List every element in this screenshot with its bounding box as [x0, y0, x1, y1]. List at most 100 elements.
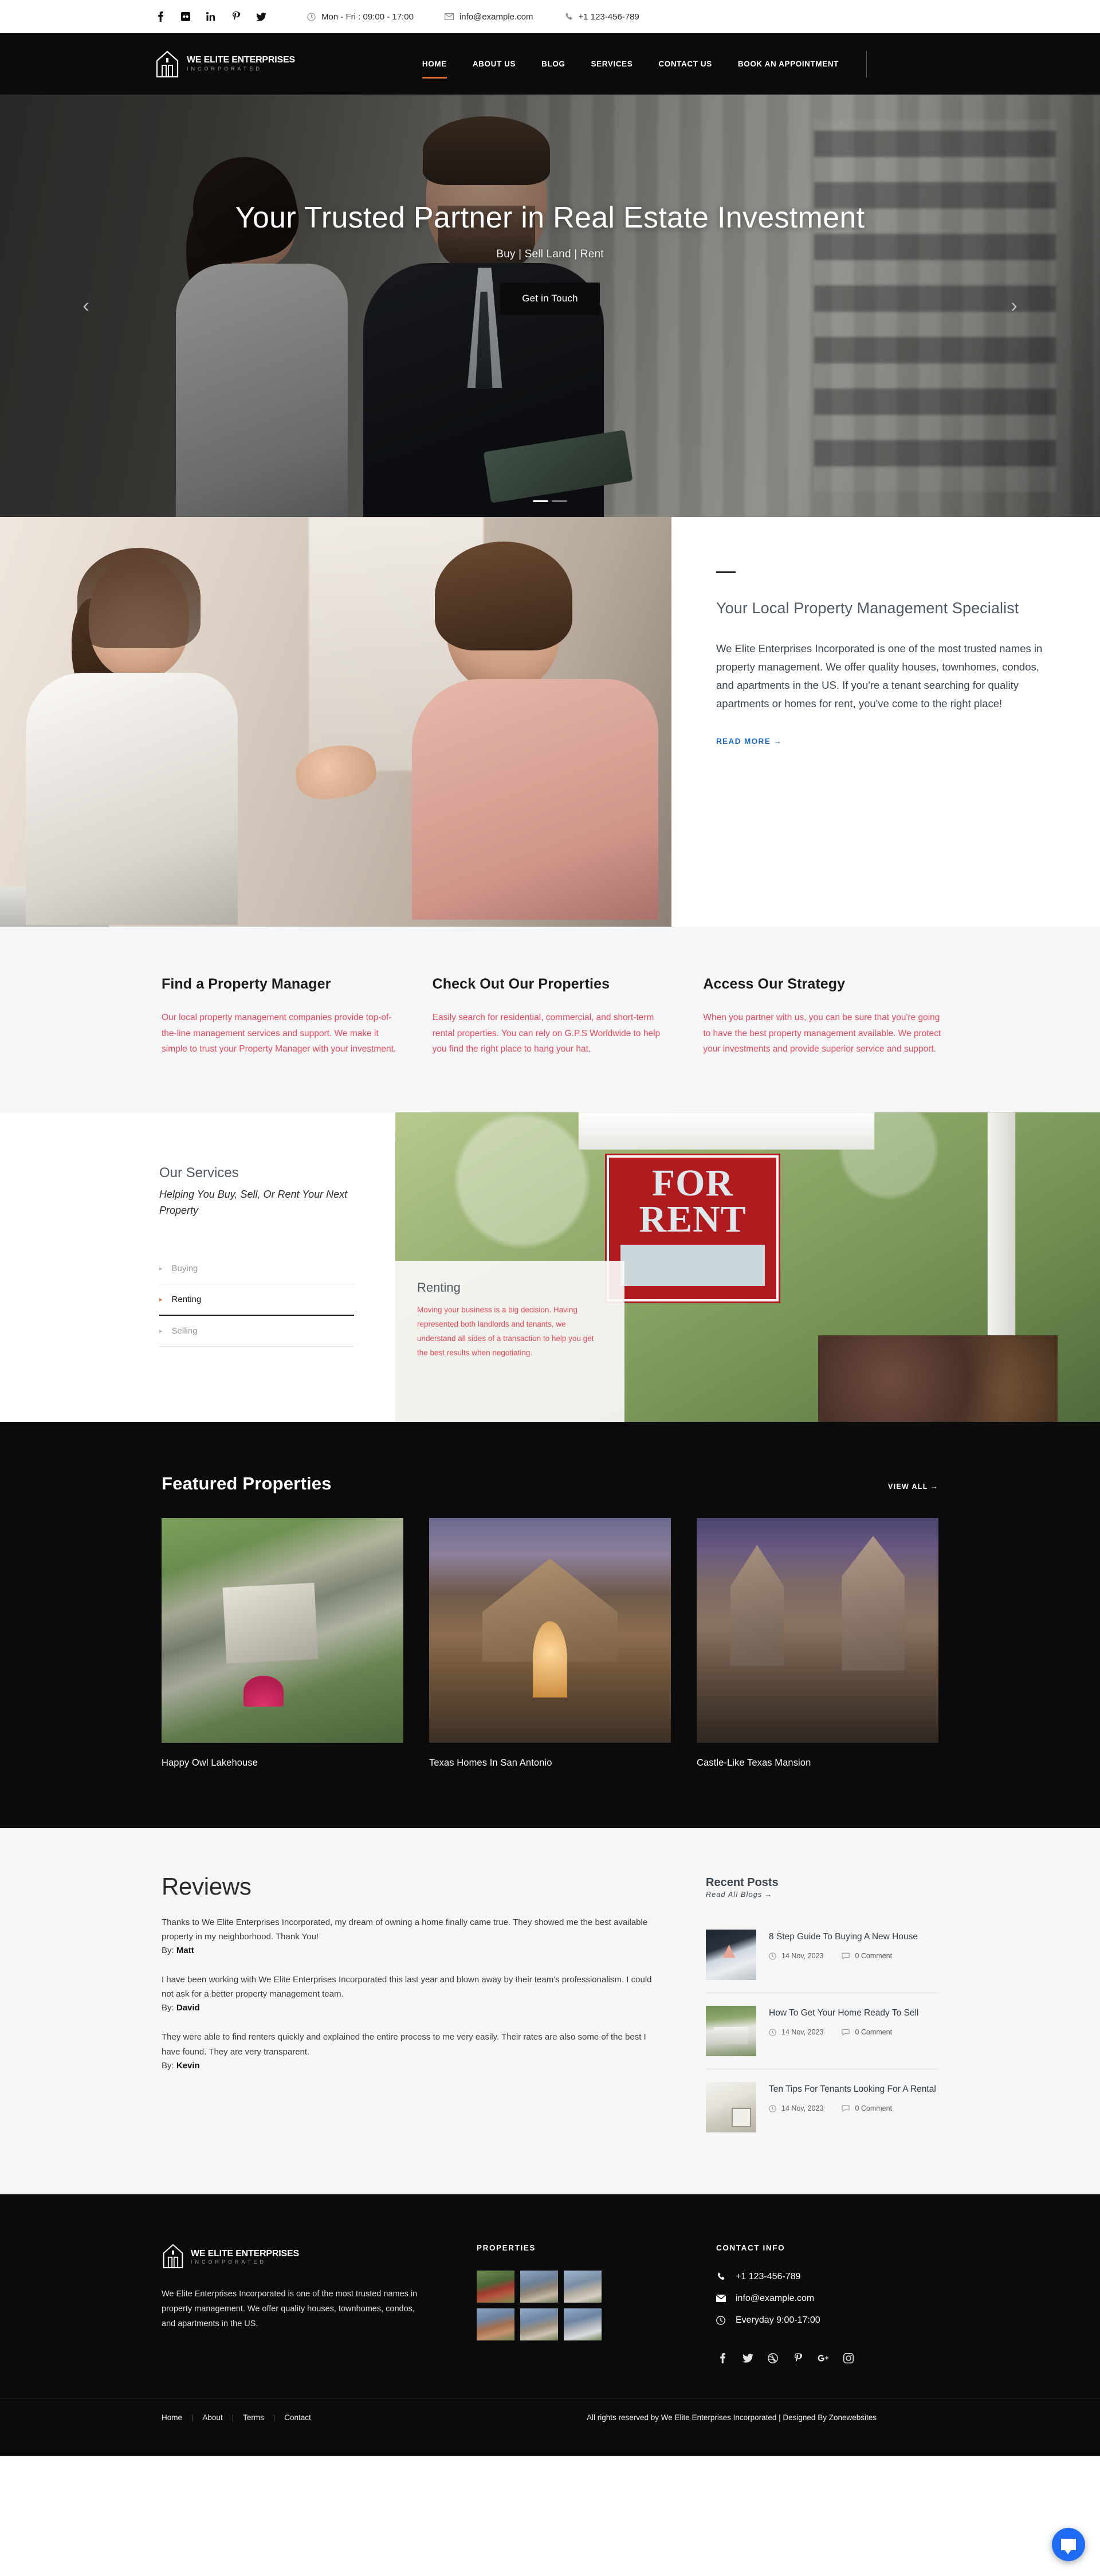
- hero-subtitle: Buy | Sell Land | Rent: [496, 248, 604, 261]
- post-comments-text: 0 Comment: [855, 2104, 893, 2113]
- feature-card-check-out-our-properties: Check Out Our Properties Easily search f…: [433, 976, 675, 1057]
- footer-logo[interactable]: WE ELITE ENTERPRISES INCORPORATED: [162, 2244, 431, 2272]
- google-plus-icon[interactable]: [817, 2352, 830, 2365]
- chat-bubble-icon: [1061, 2539, 1076, 2554]
- carousel-dot-1[interactable]: [533, 500, 548, 502]
- chevron-right-icon: ▸: [159, 1296, 163, 1303]
- carousel-next-arrow[interactable]: ›: [1000, 295, 1028, 317]
- footer-brand-sub: INCORPORATED: [191, 2259, 266, 2265]
- footer-brand-name: WE ELITE ENTERPRISES: [191, 2248, 299, 2259]
- footer-property-thumb[interactable]: [477, 2270, 514, 2303]
- footer-description: We Elite Enterprises Incorporated is one…: [162, 2289, 418, 2329]
- clock-icon: [716, 2315, 726, 2325]
- carousel-prev-arrow[interactable]: ‹: [72, 295, 100, 317]
- about-dash-accent: [716, 571, 736, 573]
- recent-post-row[interactable]: Ten Tips For Tenants Looking For A Renta…: [706, 2069, 938, 2145]
- hero-title: Your Trusted Partner in Real Estate Inve…: [235, 201, 865, 234]
- topbar-email[interactable]: info@example.com: [444, 12, 533, 22]
- nav-item-book-an-appointment[interactable]: BOOK AN APPOINTMENT: [738, 56, 839, 72]
- feature-card-access-our-strategy: Access Our Strategy When you partner wit…: [703, 976, 945, 1057]
- services-section: Our Services Helping You Buy, Sell, Or R…: [0, 1112, 1100, 1422]
- footer-property-thumb[interactable]: [520, 2308, 558, 2340]
- footer-link-contact[interactable]: Contact: [275, 2413, 320, 2422]
- footer-email-text: info@example.com: [736, 2293, 815, 2303]
- comment-icon: [842, 2105, 850, 2112]
- footer-bottom-links: Home | About | Terms | Contact: [162, 2413, 320, 2422]
- accordion-label: Buying: [171, 1263, 198, 1273]
- pinterest-icon[interactable]: [230, 11, 242, 22]
- accordion-item-buying[interactable]: ▸ Buying: [159, 1253, 354, 1284]
- read-more-link[interactable]: READ MORE →: [716, 737, 782, 746]
- footer-link-home[interactable]: Home: [162, 2413, 191, 2422]
- dribbble-icon[interactable]: [767, 2352, 779, 2365]
- linkedin-icon[interactable]: [205, 11, 217, 22]
- recent-post-row[interactable]: How To Get Your Home Ready To Sell 14 No…: [706, 1993, 938, 2069]
- services-image: FOR RENT Renting Moving your business is…: [395, 1112, 1100, 1422]
- review-text: Thanks to We Elite Enterprises Incorpora…: [162, 1917, 648, 1942]
- feature-text: When you partner with us, you can be sur…: [703, 1013, 941, 1054]
- nav-item-home[interactable]: HOME: [422, 56, 447, 79]
- post-date-text: 14 Nov, 2023: [781, 2104, 824, 2113]
- services-accordion: ▸ Buying ▸ Renting ▸ Selling: [159, 1253, 354, 1347]
- about-heading: Your Local Property Management Specialis…: [716, 599, 1019, 617]
- post-date-text: 14 Nov, 2023: [781, 2028, 824, 2037]
- property-image: [162, 1518, 403, 1743]
- feature-title: Find a Property Manager: [162, 976, 331, 992]
- property-name: Texas Homes In San Antonio: [429, 1757, 552, 1768]
- topbar-phone[interactable]: +1 123-456-789: [564, 12, 639, 22]
- footer-property-thumb[interactable]: [564, 2308, 602, 2340]
- topbar-social-links: [155, 11, 267, 22]
- nav-item-blog[interactable]: BLOG: [541, 56, 565, 72]
- review-text: They were able to find renters quickly a…: [162, 2032, 646, 2057]
- chevron-right-icon: ▸: [159, 1327, 163, 1335]
- footer-property-thumb[interactable]: [477, 2308, 514, 2340]
- nav-item-contact-us[interactable]: CONTACT US: [658, 56, 712, 72]
- get-in-touch-button[interactable]: Get in Touch: [500, 283, 600, 315]
- post-thumbnail: [706, 1929, 756, 1980]
- featured-properties-title: Featured Properties: [162, 1473, 332, 1493]
- chat-widget-button[interactable]: [1052, 2528, 1085, 2561]
- site-logo[interactable]: WE ELITE ENTERPRISES INCORPORATED: [155, 50, 295, 78]
- footer-property-thumb[interactable]: [564, 2270, 602, 2303]
- site-footer: WE ELITE ENTERPRISES INCORPORATED We Eli…: [0, 2194, 1100, 2456]
- read-all-blogs-link[interactable]: Read All Blogs →: [706, 1891, 773, 1899]
- view-all-link[interactable]: VIEW ALL →: [888, 1483, 938, 1491]
- carousel-dot-2[interactable]: [552, 500, 567, 502]
- feature-title: Access Our Strategy: [703, 976, 846, 992]
- twitter-icon[interactable]: [256, 11, 267, 22]
- property-card[interactable]: Castle-Like Texas Mansion: [697, 1518, 938, 1769]
- property-card[interactable]: Texas Homes In San Antonio: [429, 1518, 671, 1769]
- facebook-icon[interactable]: [155, 11, 166, 22]
- footer-property-thumb[interactable]: [520, 2270, 558, 2303]
- twitter-icon[interactable]: [741, 2352, 754, 2365]
- header-divider: [866, 50, 867, 77]
- carousel-dots[interactable]: [533, 500, 567, 502]
- footer-email[interactable]: info@example.com: [716, 2293, 938, 2304]
- post-title: Ten Tips For Tenants Looking For A Renta…: [769, 2084, 936, 2094]
- footer-link-about[interactable]: About: [193, 2413, 231, 2422]
- instagram-icon[interactable]: [842, 2352, 855, 2365]
- footer-link-terms[interactable]: Terms: [234, 2413, 273, 2422]
- for-rent-sign: FOR RENT: [607, 1155, 779, 1302]
- featured-properties-section: Featured Properties VIEW ALL → Happy Owl…: [0, 1421, 1100, 1828]
- flickr-icon[interactable]: [180, 11, 191, 22]
- footer-phone[interactable]: +1 123-456-789: [716, 2272, 938, 2282]
- post-comments: 0 Comment: [842, 2104, 892, 2112]
- post-title: 8 Step Guide To Buying A New House: [769, 1931, 918, 1942]
- phone-icon: [564, 12, 573, 21]
- property-card[interactable]: Happy Owl Lakehouse: [162, 1518, 403, 1769]
- review-by-label: By:: [162, 2003, 174, 2013]
- chevron-right-icon: ▸: [159, 1265, 163, 1272]
- nav-item-services[interactable]: SERVICES: [591, 56, 633, 72]
- about-section: Your Local Property Management Specialis…: [0, 517, 1100, 927]
- recent-post-row[interactable]: 8 Step Guide To Buying A New House 14 No…: [706, 1917, 938, 1993]
- review-by-label: By:: [162, 2060, 174, 2071]
- pinterest-icon[interactable]: [792, 2352, 804, 2365]
- accordion-item-renting[interactable]: ▸ Renting: [159, 1284, 354, 1316]
- review-author-name: Matt: [176, 1946, 194, 1956]
- accordion-item-selling[interactable]: ▸ Selling: [159, 1316, 354, 1347]
- facebook-icon[interactable]: [716, 2352, 729, 2365]
- nav-item-about-us[interactable]: ABOUT US: [473, 56, 516, 72]
- envelope-icon: [444, 13, 454, 20]
- about-paragraph: We Elite Enterprises Incorporated is one…: [716, 642, 1043, 709]
